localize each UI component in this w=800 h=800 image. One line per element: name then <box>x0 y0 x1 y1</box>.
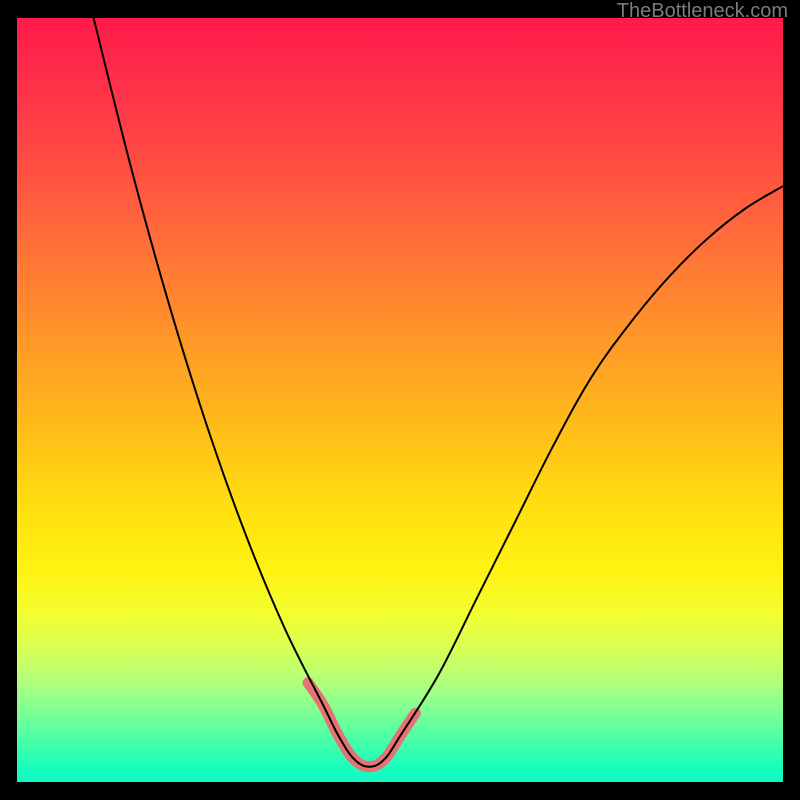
curve-layer <box>17 18 783 782</box>
chart-stage: TheBottleneck.com <box>0 0 800 800</box>
plot-area <box>17 18 783 782</box>
optimal-region-highlight <box>308 683 415 767</box>
bottleneck-curve <box>94 18 783 767</box>
